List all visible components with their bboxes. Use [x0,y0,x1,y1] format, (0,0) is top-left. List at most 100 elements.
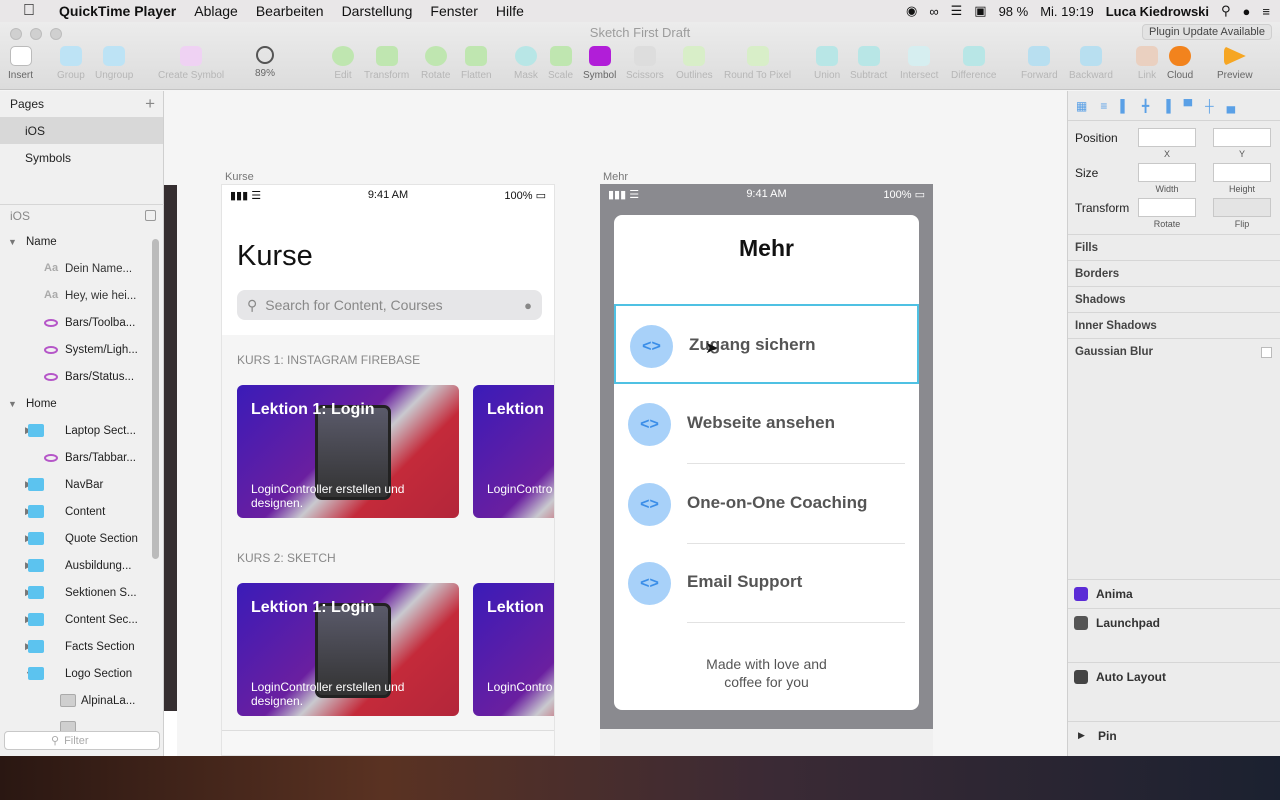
gaussian-blur-section[interactable]: Gaussian Blur [1068,338,1280,364]
shadows-section[interactable]: Shadows [1068,286,1280,312]
flip-buttons[interactable] [1213,198,1271,217]
user-name[interactable]: Luca Kiedrowski [1106,4,1209,19]
chevron-down-icon[interactable]: ▼ [8,399,17,409]
layer-item[interactable]: AlpinaLa... [0,687,150,714]
plugin-update-badge[interactable]: Plugin Update Available [1142,24,1272,40]
distribute-h-icon[interactable]: ▦ [1076,99,1087,113]
layer-item[interactable]: Bars/Tabbar... [0,444,150,471]
collapse-icon[interactable] [145,210,156,221]
link-button[interactable]: Link [1136,46,1158,81]
chevron-down-icon[interactable]: ▼ [8,237,17,247]
fills-section[interactable]: Fills [1068,234,1280,260]
round-to-pixel-button[interactable]: Round To Pixel [724,46,791,81]
menu-app-name[interactable]: QuickTime Player [50,3,185,19]
menu-row-email[interactable]: <> Email Support [614,543,919,623]
artboard-mehr[interactable]: ▮▮▮ ☰ 9:41 AM 100% ▭ Mehr <> Zugang sich… [600,184,933,756]
layer-item[interactable]: ▶Laptop Sect... [0,417,150,444]
insert-button[interactable]: Insert [8,46,33,81]
layer-item[interactable]: ▼ Name [0,228,150,255]
group-button[interactable]: Group [57,46,85,81]
layer-item[interactable]: Aa Dein Name... [0,255,150,282]
lesson-card[interactable]: Lektion LoginContro designen. [473,385,554,518]
width-field[interactable] [1138,163,1196,182]
lesson-card[interactable]: Lektion LoginContro designen. [473,583,554,716]
layer-item[interactable]: ▶Sektionen S... [0,579,150,606]
layer-item[interactable]: ▼Logo Section [0,660,150,687]
spotlight-icon[interactable]: ⚲ [1221,3,1231,19]
layer-item[interactable]: ▶Facts Section [0,633,150,660]
rotate-button[interactable]: Rotate [421,46,450,81]
record-icon[interactable]: ◉ [906,3,917,19]
battery-percent[interactable]: 98 % [999,4,1029,19]
lesson-card[interactable]: Lektion 1: Login LoginController erstell… [237,583,459,716]
auto-layout-panel[interactable]: Auto Layout [1068,662,1280,690]
artboard-kurse[interactable]: ▮▮▮ ☰ 9:41 AM 100% ▭ Kurse ⚲ Search for … [221,184,555,756]
menu-row-zugang[interactable]: <> Zugang sichern [614,304,919,384]
layer-item[interactable]: ▶NavBar [0,471,150,498]
flatten-button[interactable]: Flatten [461,46,492,81]
align-middle-icon[interactable]: ┼ [1205,99,1214,113]
edit-button[interactable]: Edit [332,46,354,81]
backward-button[interactable]: Backward [1069,46,1113,81]
align-left-icon[interactable]: ▌ [1120,99,1129,113]
blur-checkbox[interactable] [1261,347,1272,358]
y-field[interactable] [1213,128,1271,147]
distribute-v-icon[interactable]: ≡ [1100,99,1107,113]
rotate-field[interactable] [1138,198,1196,217]
scale-button[interactable]: Scale [548,46,573,81]
preview-button[interactable]: Preview [1217,46,1253,81]
menu-hilfe[interactable]: Hilfe [487,3,533,19]
scissors-button[interactable]: Scissors [626,46,664,81]
subtract-button[interactable]: Subtract [850,46,887,81]
transform-button[interactable]: Transform [364,46,409,81]
wifi-icon[interactable]: ☰ [951,3,963,19]
create-symbol-button[interactable]: Create Symbol [158,46,224,81]
layer-item[interactable]: Aa Hey, wie hei... [0,282,150,309]
borders-section[interactable]: Borders [1068,260,1280,286]
menu-fenster[interactable]: Fenster [421,3,486,19]
height-field[interactable] [1213,163,1271,182]
symbol-button[interactable]: Symbol [583,46,616,81]
menu-darstellung[interactable]: Darstellung [333,3,422,19]
page-symbols[interactable]: Symbols [0,144,163,171]
apple-menu-icon[interactable]:  [20,2,38,20]
outlines-button[interactable]: Outlines [676,46,713,81]
layer-scrollbar[interactable] [152,239,159,559]
layer-item[interactable]: ▶Quote Section [0,525,150,552]
menu-ablage[interactable]: Ablage [185,3,247,19]
menu-row-webseite[interactable]: <> Webseite ansehen [614,384,919,464]
artboard-label-mehr[interactable]: Mehr [603,171,628,183]
align-center-icon[interactable]: ╋ [1142,99,1149,113]
x-field[interactable] [1138,128,1196,147]
document-title[interactable]: Sketch First Draft [0,25,1280,40]
launchpad-panel[interactable]: Launchpad [1068,608,1280,636]
layer-item[interactable]: ▶Ausbildung... [0,552,150,579]
menu-row-coaching[interactable]: <> One-on-One Coaching [614,464,919,544]
forward-button[interactable]: Forward [1021,46,1058,81]
artboard-label-kurse[interactable]: Kurse [225,171,254,183]
lesson-card[interactable]: Lektion 1: Login LoginController erstell… [237,385,459,518]
align-right-icon[interactable]: ▐ [1162,99,1171,113]
siri-icon[interactable]: ● [1243,4,1251,19]
layer-item[interactable]: Bars/Toolba... [0,309,150,336]
union-button[interactable]: Union [814,46,840,81]
layer-item[interactable]: System/Ligh... [0,336,150,363]
page-ios[interactable]: iOS [0,117,163,144]
zoom-control[interactable]: 89% [255,46,275,79]
inner-shadows-section[interactable]: Inner Shadows [1068,312,1280,338]
clock[interactable]: Mi. 19:19 [1040,4,1093,19]
layer-item[interactable]: ▶Content [0,498,150,525]
align-bottom-icon[interactable]: ▄ [1227,99,1236,113]
cloud-button[interactable]: Cloud [1167,46,1193,81]
layer-item[interactable]: ▶Content Sec... [0,606,150,633]
mask-button[interactable]: Mask [514,46,538,81]
anima-panel[interactable]: Anima [1068,579,1280,607]
notification-center-icon[interactable]: ≡ [1262,4,1270,19]
creative-cloud-icon[interactable]: ∞ [929,4,938,19]
intersect-button[interactable]: Intersect [900,46,938,81]
menu-bearbeiten[interactable]: Bearbeiten [247,3,333,19]
difference-button[interactable]: Difference [951,46,996,81]
align-top-icon[interactable]: ▀ [1184,99,1193,113]
layer-filter-input[interactable]: ⚲ Filter [4,731,160,750]
search-bar[interactable]: ⚲ Search for Content, Courses ● [237,290,542,320]
